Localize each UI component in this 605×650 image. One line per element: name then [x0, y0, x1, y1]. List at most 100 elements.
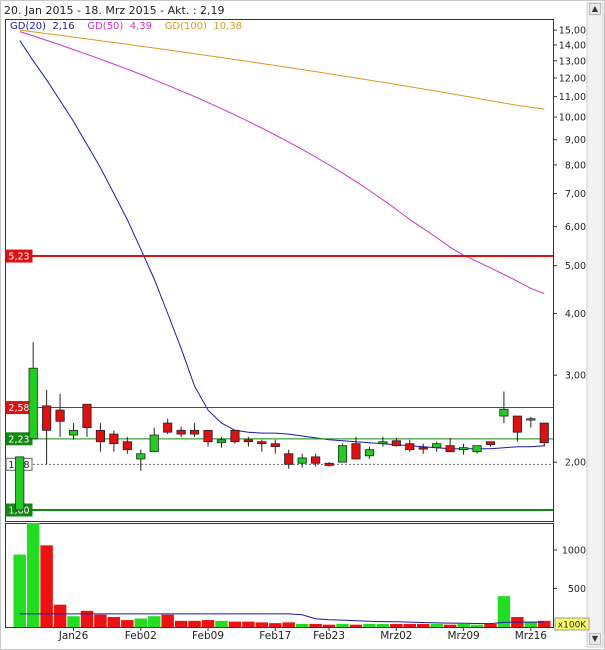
y-tick-label-11: 4,00 — [565, 309, 586, 320]
legend-gd20-value: 2,16 — [52, 21, 75, 32]
candle-body-29 — [405, 443, 415, 451]
candle-body-16 — [230, 429, 240, 443]
volume-tick-label-1: 500 — [568, 584, 586, 595]
scroll-up-button[interactable]: ▲ — [589, 3, 601, 15]
volume-bar-21 — [295, 623, 309, 627]
volume-bar-3 — [53, 604, 67, 627]
legend-gd50-value: 4,39 — [129, 21, 152, 32]
volume-bar-2 — [40, 545, 53, 627]
legend-gd20: GD(20) 2,16 — [10, 21, 78, 32]
volume-bar-11 — [161, 614, 174, 627]
chart-root: 15,00 14,00 13,00 12,00 11,00 10,00 9,00 8,00 7,… — [0, 0, 605, 650]
candle-body-34 — [472, 445, 482, 453]
volume-bar-4 — [67, 616, 80, 627]
volume-bar-34 — [470, 624, 484, 627]
candle-body-6 — [95, 429, 105, 443]
y-tick-label-3: 12,00 — [559, 73, 586, 84]
volume-bar-18 — [255, 622, 269, 627]
candle-body-11 — [163, 422, 173, 433]
volume-bar-0 — [13, 554, 26, 627]
volume-bar-31 — [430, 623, 443, 627]
y-tick-label-2: 13,00 — [559, 56, 586, 67]
candle-body-28 — [391, 440, 401, 447]
candle-body-3 — [55, 409, 65, 422]
volume-bar-8 — [121, 620, 134, 627]
legend-gd100-value: 10,38 — [213, 21, 243, 32]
volume-bar-27 — [376, 623, 390, 627]
candle-body-2 — [42, 405, 52, 431]
candle-body-37 — [512, 415, 522, 433]
scroll-down-button[interactable]: ▼ — [589, 633, 601, 645]
candle-body-38 — [526, 418, 536, 421]
volume-bar-26 — [363, 623, 376, 627]
volume-bar-12 — [174, 620, 188, 627]
chart-title: 20. Jan 2015 - 18. Mrz 2015 - Akt. : 2,1… — [4, 4, 225, 17]
volume-bar-10 — [148, 616, 161, 627]
candle-body-19 — [270, 443, 280, 448]
volume-bar-17 — [242, 621, 255, 627]
legend-gd100-label: GD(100) — [164, 21, 208, 32]
candle-body-22 — [311, 456, 321, 464]
candle-body-32 — [445, 445, 455, 453]
volume-bar-13 — [188, 620, 201, 627]
candle-body-7 — [109, 433, 119, 445]
volume-bar-35 — [484, 623, 497, 627]
volume-tick-label-0: 1000 — [562, 545, 586, 556]
volume-bar-6 — [94, 614, 107, 627]
y-tick-label-8: 7,00 — [565, 189, 586, 200]
legend-gd20-label: GD(20) — [10, 21, 46, 32]
candle-body-12 — [176, 429, 186, 435]
y-tick-label-0: 15,00 — [559, 26, 586, 37]
reference-label-2: 2,23 — [8, 434, 29, 445]
volume-bar-32 — [443, 624, 457, 627]
legend-gd100: GD(100) 10,38 — [165, 21, 242, 32]
candle-body-10 — [149, 434, 159, 453]
candle-body-9 — [136, 453, 146, 460]
candle-body-24 — [337, 445, 348, 463]
volume-bar-22 — [309, 623, 322, 627]
candle-body-23 — [324, 462, 334, 466]
volume-bar-30 — [417, 623, 430, 627]
candle-body-39 — [539, 422, 549, 444]
y-tick-label-6: 9,00 — [565, 135, 586, 146]
volume-bar-29 — [403, 623, 416, 627]
volume-bar-19 — [269, 623, 282, 627]
x-tick-label-5: Mrz02 — [380, 630, 412, 642]
candle-body-27 — [378, 441, 388, 445]
y-tick-label-1: 14,00 — [559, 40, 586, 51]
candle-body-14 — [203, 429, 213, 443]
volume-bar-23 — [322, 624, 336, 627]
reference-label-1: 2,58 — [8, 403, 29, 414]
candle-body-31 — [432, 443, 442, 449]
candle-body-15 — [216, 439, 227, 444]
volume-bar-25 — [349, 624, 363, 627]
y-tick-label-4: 11,00 — [559, 92, 586, 103]
candle-body-33 — [459, 447, 469, 451]
volume-bar-9 — [134, 618, 147, 627]
candle-body-8 — [122, 441, 132, 451]
volume-bar-33 — [457, 623, 470, 627]
x-tick-label-2: Feb09 — [192, 630, 224, 642]
candle-body-18 — [257, 441, 267, 445]
y-tick-label-10: 5,00 — [565, 261, 586, 272]
candle-body-36 — [499, 408, 509, 417]
candlestick-chart: 15,00 14,00 13,00 12,00 11,00 10,00 9,00 8,00 7,… — [0, 0, 605, 650]
scrollbar-track — [586, 2, 604, 648]
volume-unit-label: x100K — [558, 621, 588, 631]
candle-body-4 — [68, 429, 79, 436]
x-tick-label-1: Feb02 — [125, 630, 157, 642]
y-tick-label-12: 3,00 — [565, 371, 586, 382]
candle-body-1 — [28, 367, 38, 440]
y-tick-label-7: 8,00 — [565, 160, 586, 171]
reference-label-0: 5,23 — [8, 252, 29, 263]
volume-bar-28 — [390, 623, 403, 627]
volume-bar-1 — [26, 523, 40, 627]
legend-gd50-label: GD(50) — [87, 21, 124, 32]
candle-body-20 — [284, 453, 294, 465]
volume-bar-20 — [282, 622, 295, 627]
candle-body-0 — [15, 456, 25, 511]
x-tick-label-4: Feb23 — [313, 630, 345, 642]
y-tick-label-13: 2,00 — [565, 458, 586, 469]
candle-body-30 — [418, 447, 428, 450]
candle-body-25 — [351, 443, 361, 460]
